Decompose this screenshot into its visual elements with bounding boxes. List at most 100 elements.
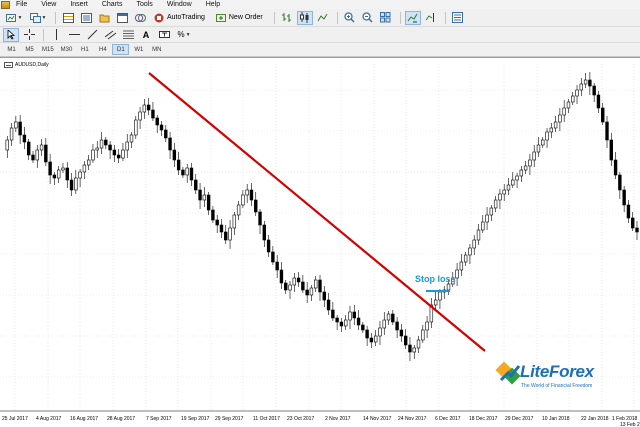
candle-body — [489, 207, 494, 216]
candle-body — [631, 217, 635, 229]
date-tick-label: 2 Nov 2017 — [325, 416, 351, 422]
candle-body — [412, 347, 416, 353]
candle-body — [309, 287, 314, 296]
candle-body — [314, 279, 318, 289]
candle-body — [288, 284, 292, 291]
candle-body — [339, 321, 344, 327]
date-tick-label: 10 Jan 2018 — [542, 416, 570, 422]
candle-body — [262, 224, 267, 241]
candle-body — [249, 189, 254, 201]
candle-body — [579, 83, 584, 91]
candle-body — [485, 214, 489, 223]
candle-body — [335, 317, 339, 323]
candle-body — [481, 221, 485, 231]
date-tick-label: 16 Aug 2017 — [70, 416, 98, 422]
candle-body — [613, 159, 618, 176]
candle-body — [185, 167, 189, 176]
candle-body — [391, 313, 395, 323]
candle-body — [395, 321, 399, 331]
candle-body — [446, 283, 451, 291]
candle-body — [408, 344, 412, 353]
candle-body — [511, 179, 515, 186]
candle-body — [626, 204, 631, 219]
date-tick-label: 22 Jan 2018 — [581, 416, 609, 422]
date-tick-label: 6 Dec 2017 — [435, 416, 461, 422]
candle-body — [635, 227, 639, 233]
candle-body — [236, 204, 241, 216]
candle-body — [536, 144, 541, 153]
candle-body — [545, 131, 549, 141]
candle-body — [27, 141, 31, 156]
candle-body — [352, 311, 356, 319]
candle-body — [523, 165, 528, 171]
candle-body — [515, 175, 519, 181]
candle-body — [228, 227, 232, 241]
candle-body — [421, 329, 425, 341]
candle-body — [348, 311, 352, 321]
candle-body — [275, 261, 279, 271]
candle-body — [541, 139, 545, 146]
candle-body — [365, 329, 369, 339]
date-tick-label: 18 Dec 2017 — [469, 416, 498, 422]
candle-body — [498, 193, 502, 201]
candle-body — [108, 144, 112, 151]
candle-body — [596, 94, 601, 109]
candle-body — [532, 151, 536, 161]
candle-body — [155, 117, 159, 126]
candle-body — [292, 277, 296, 286]
candle-body — [189, 167, 194, 181]
candle-body — [211, 209, 215, 221]
candle-body — [61, 167, 65, 171]
candle-body — [472, 239, 476, 249]
candle-body — [433, 299, 438, 306]
date-tick-label: 14 Nov 2017 — [363, 416, 392, 422]
candle-body — [438, 291, 442, 301]
candle-body — [425, 321, 429, 331]
candle-body — [386, 313, 391, 321]
candle-body — [609, 139, 613, 161]
candle-body — [202, 194, 207, 201]
candle-body — [403, 335, 408, 346]
candle-body — [558, 114, 562, 123]
candle-body — [78, 171, 82, 179]
candle-body — [506, 184, 511, 191]
candle-body — [206, 194, 211, 211]
candle-body — [48, 161, 52, 176]
candle-body — [151, 109, 155, 119]
candle-body — [215, 219, 219, 226]
candle-body — [455, 269, 459, 279]
candle-body — [69, 179, 74, 191]
candle-body — [618, 174, 622, 191]
candle-body — [356, 317, 361, 326]
candle-body — [168, 137, 172, 151]
candle-body — [172, 149, 177, 161]
candle-body — [138, 111, 142, 121]
candle-body — [266, 239, 271, 253]
candle-body — [125, 141, 129, 151]
candle-body — [5, 139, 9, 151]
logo-tagline: The World of Financial Freedom — [521, 383, 593, 389]
candle-body — [571, 95, 575, 103]
candle-body — [562, 107, 566, 116]
candle-body — [575, 89, 579, 97]
candle-body — [164, 129, 168, 139]
candle-body — [129, 134, 134, 143]
candle-body — [519, 169, 524, 177]
candle-body — [258, 211, 262, 226]
candle-body — [459, 261, 464, 271]
candle-body — [553, 121, 558, 129]
candle-body — [476, 229, 481, 241]
candle-body — [99, 139, 104, 149]
candle-body — [622, 189, 626, 206]
date-tick-label: 29 Sep 2017 — [215, 416, 244, 422]
downtrend-line[interactable] — [148, 72, 486, 352]
candle-body — [14, 121, 18, 129]
candle-body — [142, 104, 147, 113]
candle-body — [224, 231, 228, 241]
candle-body — [271, 251, 275, 263]
candle-body — [493, 199, 498, 209]
candle-body — [502, 189, 506, 195]
candle-body — [86, 159, 91, 166]
date-tick-label: 4 Aug 2017 — [36, 416, 62, 422]
candle-body — [361, 324, 365, 331]
